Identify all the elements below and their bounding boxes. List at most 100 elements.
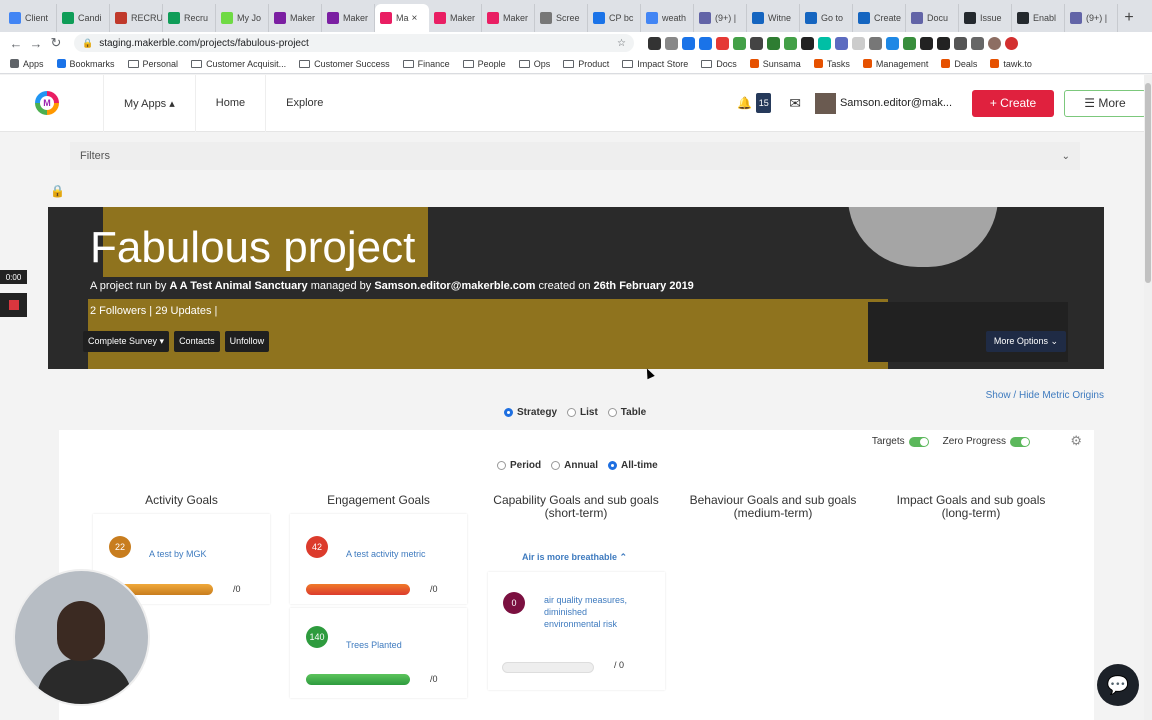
extension-icon[interactable] bbox=[886, 36, 899, 50]
extension-icon[interactable] bbox=[784, 36, 797, 50]
url-input[interactable]: 🔒 staging.makerble.com/projects/fabulous… bbox=[74, 34, 634, 52]
bookmark-item[interactable]: Sunsama bbox=[749, 59, 801, 69]
browser-tab[interactable]: weath bbox=[641, 4, 694, 32]
bell-icon[interactable]: 🔔 bbox=[737, 96, 752, 110]
star-icon[interactable]: ☆ bbox=[617, 38, 626, 49]
browser-tab[interactable]: Recru bbox=[163, 4, 216, 32]
gear-icon[interactable]: ⚙ bbox=[1070, 433, 1082, 449]
metric-card[interactable]: 42 A test activity metric /0 bbox=[290, 514, 467, 604]
bookmark-item[interactable]: Management bbox=[862, 59, 928, 69]
browser-tab[interactable]: CP bc bbox=[588, 4, 641, 32]
metric-card[interactable]: 0 air quality measures, diminished envir… bbox=[488, 572, 665, 690]
chevron-down-icon[interactable]: ⌄ bbox=[1062, 151, 1070, 162]
browser-tab[interactable]: Ma × bbox=[375, 4, 429, 32]
profile-icon[interactable] bbox=[988, 36, 1001, 50]
nav-home[interactable]: Home bbox=[194, 74, 265, 132]
radio-list[interactable]: List bbox=[567, 407, 598, 418]
bookmark-item[interactable]: Ops bbox=[518, 59, 550, 69]
metric-link[interactable]: Trees Planted bbox=[346, 639, 402, 651]
notification-count[interactable]: 15 bbox=[756, 93, 772, 113]
browser-tab[interactable]: Maker bbox=[482, 4, 535, 32]
create-button[interactable]: + Create bbox=[972, 89, 1054, 117]
metric-origins-link[interactable]: Show / Hide Metric Origins bbox=[986, 390, 1104, 401]
avatar[interactable] bbox=[814, 92, 836, 114]
browser-tab[interactable]: Issue bbox=[959, 4, 1012, 32]
extension-icon[interactable] bbox=[869, 36, 882, 50]
metric-card[interactable]: 140 Trees Planted /0 bbox=[290, 608, 467, 698]
browser-tab[interactable]: (9+) | bbox=[1065, 4, 1118, 32]
update-icon[interactable] bbox=[1005, 36, 1018, 50]
extension-icon[interactable] bbox=[818, 36, 831, 50]
extension-icon[interactable] bbox=[699, 36, 712, 50]
extension-icon[interactable] bbox=[852, 36, 865, 50]
more-button[interactable]: ☰ More bbox=[1064, 89, 1146, 117]
browser-tab[interactable]: Go to bbox=[800, 4, 853, 32]
bookmark-item[interactable]: Product bbox=[563, 59, 609, 69]
browser-tab[interactable]: Maker bbox=[322, 4, 375, 32]
browser-tab[interactable]: Scree bbox=[535, 4, 588, 32]
browser-tab[interactable]: Client bbox=[4, 4, 57, 32]
radio-strategy[interactable]: Strategy bbox=[504, 407, 557, 418]
bookmark-item[interactable]: Impact Store bbox=[622, 59, 688, 69]
subgoal-toggle[interactable]: Air is more breathable ⌃ bbox=[522, 552, 627, 563]
bookmark-item[interactable]: Apps bbox=[10, 59, 44, 69]
extension-icon[interactable] bbox=[903, 36, 916, 50]
browser-tab[interactable]: Enabl bbox=[1012, 4, 1065, 32]
metric-link[interactable]: A test by MGK bbox=[149, 548, 207, 560]
bookmark-item[interactable]: Customer Success bbox=[299, 59, 390, 69]
envelope-icon[interactable]: ✉ bbox=[789, 95, 801, 112]
browser-tab[interactable]: Candi bbox=[57, 4, 110, 32]
extension-icon[interactable] bbox=[716, 36, 729, 50]
filters-bar[interactable]: Filters ⌄ bbox=[70, 142, 1080, 170]
browser-tab[interactable]: Witne bbox=[747, 4, 800, 32]
extension-icon[interactable] bbox=[767, 36, 780, 50]
bookmark-item[interactable]: Finance bbox=[402, 59, 450, 69]
bookmark-item[interactable]: tawk.to bbox=[990, 59, 1032, 69]
extension-icon[interactable] bbox=[920, 36, 933, 50]
makerble-logo[interactable]: M bbox=[35, 91, 59, 115]
extension-icon[interactable] bbox=[733, 36, 746, 50]
metric-link[interactable]: air quality measures, diminished environ… bbox=[544, 594, 644, 630]
browser-tab[interactable]: Maker bbox=[269, 4, 322, 32]
metric-link[interactable]: A test activity metric bbox=[346, 548, 426, 560]
bookmark-item[interactable]: Bookmarks bbox=[56, 59, 115, 69]
bookmark-item[interactable]: Tasks bbox=[813, 59, 850, 69]
radio-table[interactable]: Table bbox=[607, 407, 646, 418]
browser-tab[interactable]: (9+) | bbox=[694, 4, 747, 32]
bookmark-item[interactable]: Deals bbox=[941, 59, 977, 69]
targets-toggle[interactable] bbox=[908, 436, 929, 447]
forward-icon[interactable]: → bbox=[26, 36, 46, 51]
zero-progress-toggle[interactable] bbox=[1010, 436, 1030, 447]
radio-all-time[interactable]: All-time bbox=[608, 460, 658, 471]
extension-icon[interactable] bbox=[801, 36, 814, 50]
unfollow-button[interactable]: Unfollow bbox=[224, 331, 270, 352]
extension-icon[interactable] bbox=[937, 36, 950, 50]
bookmark-item[interactable]: Docs bbox=[701, 59, 737, 69]
stop-recording-button[interactable] bbox=[0, 293, 27, 317]
more-options-button[interactable]: More Options ⌄ bbox=[985, 331, 1066, 352]
extension-icon[interactable] bbox=[971, 36, 984, 50]
extension-icon[interactable] bbox=[954, 36, 967, 50]
extension-icon[interactable] bbox=[835, 36, 848, 50]
radio-annual[interactable]: Annual bbox=[551, 460, 598, 471]
project-manager[interactable]: Samson.editor@makerble.com bbox=[374, 280, 535, 292]
project-org[interactable]: A A Test Animal Sanctuary bbox=[170, 280, 308, 292]
reload-icon[interactable]: ↻ bbox=[46, 35, 66, 51]
username[interactable]: Samson.editor@mak... bbox=[840, 97, 952, 109]
browser-tab[interactable]: Maker bbox=[429, 4, 482, 32]
bookmark-item[interactable]: People bbox=[462, 59, 506, 69]
nav-my-apps[interactable]: My Apps ▴ bbox=[103, 74, 195, 132]
new-tab-icon[interactable]: + bbox=[1118, 4, 1140, 32]
chat-icon[interactable]: 💬 bbox=[1097, 664, 1139, 706]
complete-survey-button[interactable]: Complete Survey ▾ bbox=[83, 331, 170, 352]
extension-icon[interactable] bbox=[665, 36, 678, 50]
nav-explore[interactable]: Explore bbox=[265, 74, 343, 132]
back-icon[interactable]: ← bbox=[6, 36, 26, 51]
contacts-button[interactable]: Contacts bbox=[174, 331, 220, 352]
browser-tab[interactable]: Create bbox=[853, 4, 906, 32]
browser-tab[interactable]: RECRU bbox=[110, 4, 163, 32]
extension-icon[interactable] bbox=[750, 36, 763, 50]
radio-period[interactable]: Period bbox=[497, 460, 541, 471]
bookmark-item[interactable]: Personal bbox=[127, 59, 178, 69]
browser-tab[interactable]: Docu bbox=[906, 4, 959, 32]
